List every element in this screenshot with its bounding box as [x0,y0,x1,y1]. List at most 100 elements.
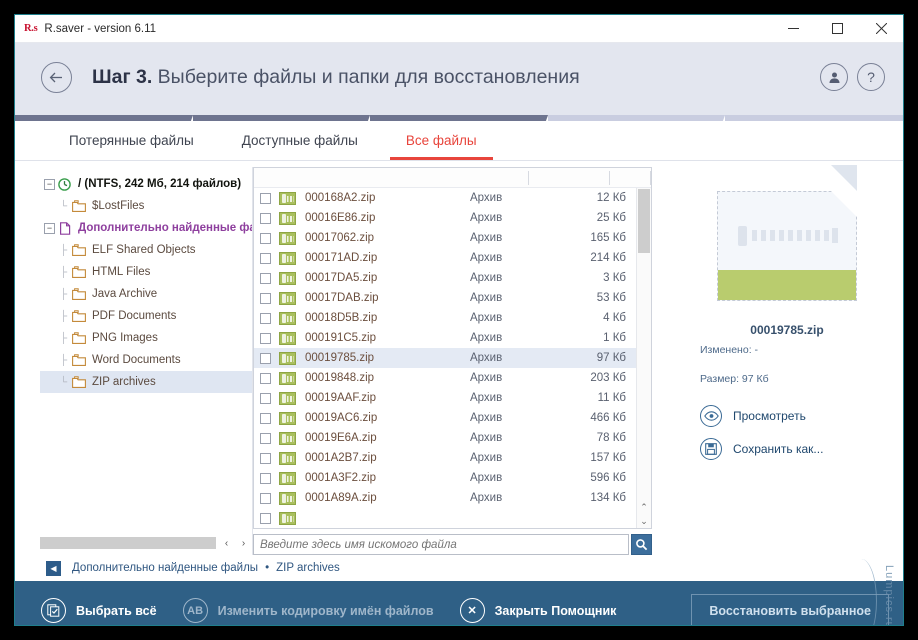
table-row[interactable]: 00017DA5.zip Архив 3 Кб [254,268,636,288]
scroll-right-button[interactable]: › [235,536,252,550]
row-checkbox[interactable] [260,392,271,404]
file-size: 25 Кб [596,212,626,224]
row-checkbox[interactable] [260,492,271,504]
row-checkbox[interactable] [260,292,271,304]
select-all-button[interactable]: Выбрать всё [41,598,157,623]
tab-lost-files[interactable]: Потерянные файлы [53,133,210,160]
table-row[interactable]: 00019E6A.zip Архив 78 Кб [254,428,636,448]
tree-item-elf-shared-objects[interactable]: ├ ELF Shared Objects [40,239,252,261]
file-name: 0001A2B7.zip [305,452,377,464]
table-row[interactable]: 0001A2B7.zip Архив 157 Кб [254,448,636,468]
folder-icon [72,266,86,278]
row-checkbox[interactable] [260,272,271,284]
file-list-scrollbar[interactable]: ⌃ ⌄ [636,188,651,528]
tree-item-root[interactable]: − / (NTFS, 242 Мб, 214 файлов) [40,173,252,195]
help-icon[interactable]: ? [857,63,885,91]
table-row[interactable]: 0001A3F2.zip Архив 596 Кб [254,468,636,488]
row-checkbox[interactable] [260,472,271,484]
row-checkbox[interactable] [260,412,271,424]
scroll-left-button[interactable]: ‹ [218,536,235,550]
scrollbar-thumb[interactable] [638,189,650,253]
row-checkbox[interactable] [260,252,271,264]
tree-item-zip-archives[interactable]: └ ZIP archives [40,371,252,393]
file-type: Архив [470,212,503,224]
expander-icon[interactable]: − [44,222,55,234]
row-checkbox[interactable] [260,232,271,244]
file-type: Архив [470,392,503,404]
breadcrumb-item-0[interactable]: Дополнительно найденные файлы [72,562,258,574]
table-row[interactable]: 00017DAB.zip Архив 53 Кб [254,288,636,308]
back-button[interactable] [41,61,72,93]
tree-item-extra-found[interactable]: − Дополнительно найденные файлы [40,217,252,239]
tree-item-java-archive[interactable]: ├ Java Archive [40,283,252,305]
zip-file-icon [279,231,296,245]
expander-icon[interactable]: − [44,178,55,190]
scroll-down-button[interactable]: ⌄ [637,514,651,528]
tab-available-files[interactable]: Доступные файлы [226,133,374,160]
tree-item-html-files[interactable]: ├ HTML Files [40,261,252,283]
table-row[interactable]: 00019AC6.zip Архив 466 Кб [254,408,636,428]
scroll-up-button[interactable]: ⌃ [637,500,651,514]
table-row[interactable]: 0001A89A.zip Архив 134 Кб [254,488,636,508]
row-checkbox[interactable] [260,352,271,364]
table-row[interactable]: 000191C5.zip Архив 1 Кб [254,328,636,348]
table-row[interactable]: 00019AAF.zip Архив 11 Кб [254,388,636,408]
tree-item-word-documents[interactable]: ├ Word Documents [40,349,252,371]
breadcrumb-back-icon[interactable]: ◀ [46,560,61,576]
file-size: 1 Кб [603,332,626,344]
change-encoding-button[interactable]: AB Изменить кодировку имён файлов [182,598,434,623]
tree-line: ├ [59,310,68,322]
zip-file-icon [279,211,296,225]
tree-item-png-images[interactable]: ├ PNG Images [40,327,252,349]
folder-icon [72,310,86,322]
tree-line: └ [59,376,68,388]
window-title: R.saver - version 6.11 [44,22,157,35]
table-row[interactable]: 00017062.zip Архив 165 Кб [254,228,636,248]
tree-item-lostfiles[interactable]: └ $LostFiles [40,195,252,217]
table-row[interactable]: 00016E86.zip Архив 25 Кб [254,208,636,228]
search-input[interactable] [253,534,629,555]
preview-save-button[interactable]: Сохранить как... [700,438,823,460]
stepper-segment-1 [15,115,193,121]
row-checkbox[interactable] [260,432,271,444]
thumbnail-band [718,270,856,300]
row-checkbox[interactable] [260,452,271,464]
preview-modified: Изменено: - [700,344,759,356]
row-checkbox[interactable] [260,372,271,384]
tree-horizontal-scrollbar[interactable]: ‹ › [40,535,252,551]
search-button[interactable] [631,534,652,555]
folder-tree: − / (NTFS, 242 Мб, 214 файлов) └ $LostFi… [40,167,252,535]
table-row[interactable]: 00018D5B.zip Архив 4 Кб [254,308,636,328]
file-rows-wrapper: 000168A2.zip Архив 12 Кб 00016E86.zip Ар… [254,188,651,528]
change-encoding-label: Изменить кодировку имён файлов [217,603,434,618]
table-row-selected[interactable]: 00019785.zip Архив 97 Кб [254,348,636,368]
table-row[interactable]: 00019848.zip Архив 203 Кб [254,368,636,388]
minimize-button[interactable] [771,15,815,42]
zip-file-icon [279,491,296,505]
breadcrumb-item-1[interactable]: ZIP archives [276,562,340,574]
row-checkbox[interactable] [260,332,271,344]
row-checkbox[interactable] [260,192,271,204]
table-row-partial[interactable] [254,508,636,528]
column-divider[interactable] [650,171,651,185]
scrollbar-thumb[interactable] [40,537,216,549]
table-row[interactable]: 000171AD.zip Архив 214 Кб [254,248,636,268]
maximize-button[interactable] [815,15,859,42]
file-rows: 000168A2.zip Архив 12 Кб 00016E86.zip Ар… [254,188,636,528]
row-checkbox[interactable] [260,312,271,324]
stepper-segment-4 [547,115,726,121]
tree-item-pdf-documents[interactable]: ├ PDF Documents [40,305,252,327]
restore-selected-button[interactable]: Восстановить выбранное [691,593,889,625]
row-checkbox[interactable] [260,512,271,524]
close-button[interactable] [859,15,903,42]
zip-file-icon [279,371,296,385]
table-row[interactable]: 000168A2.zip Архив 12 Кб [254,188,636,208]
preview-view-button[interactable]: Просмотреть [700,405,806,427]
row-checkbox[interactable] [260,212,271,224]
user-account-icon[interactable] [820,63,848,91]
file-name: 00019848.zip [305,372,375,384]
close-assistant-button[interactable]: ✕ Закрыть Помощник [459,598,616,623]
file-list-pane: 000168A2.zip Архив 12 Кб 00016E86.zip Ар… [253,167,652,555]
tab-bar: Потерянные файлы Доступные файлы Все фай… [15,121,903,161]
tab-all-files[interactable]: Все файлы [389,133,493,160]
